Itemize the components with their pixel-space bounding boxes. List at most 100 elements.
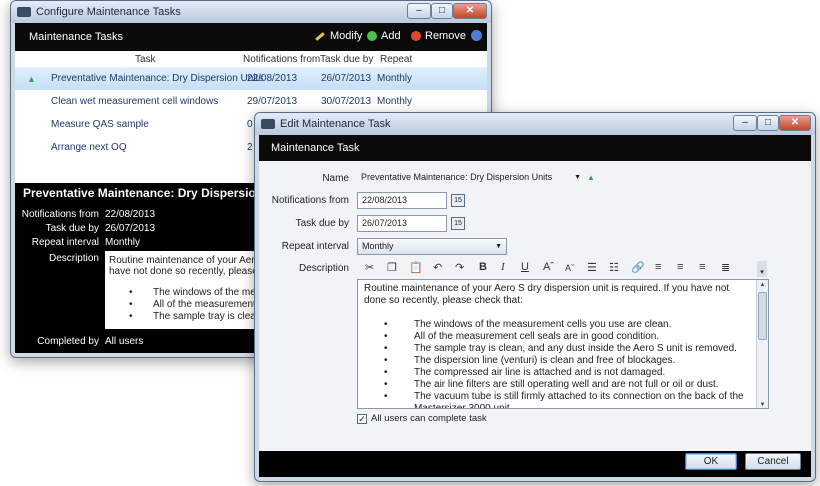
row-from: 22/08/2013 [247, 73, 298, 84]
link-icon[interactable]: 🔗 [631, 261, 645, 274]
app-icon [17, 7, 31, 17]
recurring-icon: ▲ [27, 74, 36, 84]
bold-icon[interactable]: B [479, 261, 487, 273]
list-item: The dispersion line (venturi) is clean a… [364, 355, 752, 367]
chevron-down-icon: ▼ [574, 174, 581, 181]
cancel-button[interactable]: Cancel [745, 453, 801, 470]
scroll-down-icon[interactable]: ▼ [757, 400, 768, 408]
undo-icon[interactable]: ↶ [433, 261, 442, 274]
label-description: Description [298, 263, 349, 274]
remove-button[interactable]: Remove [411, 30, 466, 42]
list-item: All of the measurement cell seals are in… [364, 331, 752, 343]
list-item: The vacuum tube is still firmly attached… [364, 391, 752, 408]
list-item: The sample tray is clean [109, 311, 261, 323]
scroll-thumb[interactable] [758, 292, 767, 340]
row-from: 2 [247, 142, 253, 153]
italic-icon[interactable]: I [501, 261, 505, 273]
description-editor[interactable]: Routine maintenance of your Aero S dry d… [357, 279, 769, 409]
name-select[interactable]: Preventative Maintenance: Dry Dispersion… [357, 170, 583, 187]
name-value: Preventative Maintenance: Dry Dispersion… [361, 172, 553, 182]
tasks-header-title: Maintenance Tasks [29, 31, 123, 43]
detail-value-completed: All users [105, 336, 144, 347]
notifications-from-field[interactable]: 22/08/2013 [357, 192, 447, 209]
redo-icon[interactable]: ↷ [455, 261, 464, 274]
justify-icon[interactable]: ≣ [721, 261, 730, 274]
edit-titlebar[interactable]: Edit Maintenance Task [255, 113, 815, 135]
add-button[interactable]: Add [367, 30, 401, 42]
table-row[interactable]: ▲ Preventative Maintenance: Dry Dispersi… [15, 67, 487, 90]
ok-button[interactable]: OK [685, 453, 737, 470]
help-icon [471, 30, 482, 41]
column-header-task[interactable]: Task [135, 54, 156, 65]
pencil-icon [315, 31, 325, 41]
column-header-task-due-by[interactable]: Task due by [320, 54, 373, 65]
all-users-checkbox[interactable]: ✓ [357, 413, 367, 424]
row-from: 0 [247, 119, 253, 130]
row-task: Arrange next OQ [51, 142, 127, 153]
close-button[interactable]: ✕ [453, 3, 487, 19]
maximize-button[interactable]: □ [431, 3, 453, 19]
label-notifications-from: Notifications from [271, 195, 349, 206]
calendar-icon[interactable]: 15 [451, 217, 465, 230]
underline-icon[interactable]: U [521, 261, 529, 273]
column-header-notifications-from[interactable]: Notifications from [243, 54, 320, 65]
detail-label-from: Notifications from [21, 209, 99, 220]
column-header-repeat[interactable]: Repeat [380, 54, 412, 65]
label-task-due-by: Task due by [295, 218, 349, 229]
bullets-icon[interactable]: ☰ [587, 261, 597, 274]
help-button[interactable] [471, 30, 486, 41]
remove-label: Remove [425, 30, 466, 42]
add-label: Add [381, 30, 401, 42]
configure-window-title: Configure Maintenance Tasks [36, 6, 181, 18]
close-button[interactable]: ✕ [779, 115, 811, 131]
minimize-button[interactable]: – [733, 115, 757, 131]
detail-desc-list: The windows of the measure All of the me… [109, 287, 265, 323]
detail-label-completed: Completed by [37, 336, 99, 347]
row-from: 29/07/2013 [247, 96, 298, 107]
label-repeat-interval: Repeat interval [281, 241, 349, 252]
list-item: The sample tray is clean, and any dust i… [364, 343, 752, 355]
detail-desc-line: have not done so recently, please [109, 266, 258, 277]
modify-label: Modify [330, 30, 363, 42]
all-users-checkbox-row[interactable]: ✓ All users can complete task [357, 413, 487, 424]
minimize-button[interactable]: – [407, 3, 431, 19]
copy-icon[interactable]: ❐ [387, 261, 397, 274]
detail-label-due: Task due by [45, 223, 99, 234]
label-name: Name [322, 173, 349, 184]
table-row[interactable]: Clean wet measurement cell windows 29/07… [15, 90, 487, 113]
align-left-icon[interactable]: ≡ [655, 261, 661, 273]
cut-icon[interactable]: ✂ [365, 261, 374, 274]
modify-button[interactable]: Modify [315, 30, 362, 42]
editor-scrollbar[interactable]: ▲ ▼ [756, 280, 768, 408]
list-item: The windows of the measure [109, 287, 265, 299]
detail-desc-line: Routine maintenance of your Aero [109, 255, 261, 266]
detail-description: Routine maintenance of your Aero have no… [105, 251, 265, 329]
remove-icon [411, 31, 421, 41]
recurring-icon: ▲ [587, 173, 595, 182]
paste-icon[interactable]: 📋 [409, 261, 423, 274]
edit-header: Maintenance Task [259, 135, 811, 161]
numbering-icon[interactable]: ☷ [609, 261, 619, 274]
edit-header-title: Maintenance Task [271, 142, 360, 154]
task-due-by-field[interactable]: 26/07/2013 [357, 215, 447, 232]
row-due: 30/07/2013 [321, 96, 372, 107]
calendar-icon[interactable]: 15 [451, 194, 465, 207]
edit-dialog-title: Edit Maintenance Task [280, 118, 391, 130]
editor-toolbar: ✂ ❐ 📋 ↶ ↷ B I U Aˆ Aˇ ☰ ☷ 🔗 ≡ ≡ ≡ ≣ ▾ [359, 261, 769, 277]
edit-body: Maintenance Task Name Preventative Maint… [259, 135, 811, 477]
list-item: All of the measurement [109, 299, 261, 311]
list-item: The air line filters are still operating… [364, 379, 752, 391]
grow-font-icon[interactable]: Aˆ [543, 261, 554, 273]
detail-value-repeat: Monthly [105, 237, 141, 248]
row-task: Preventative Maintenance: Dry Dispersion… [51, 73, 264, 84]
list-item: The windows of the measurement cells you… [364, 319, 752, 331]
align-right-icon[interactable]: ≡ [699, 261, 705, 273]
toolbar-overflow-icon[interactable]: ▾ [757, 261, 767, 277]
maximize-button[interactable]: □ [757, 115, 779, 131]
align-center-icon[interactable]: ≡ [677, 261, 683, 273]
shrink-font-icon[interactable]: Aˇ [565, 263, 574, 273]
scroll-up-icon[interactable]: ▲ [757, 280, 768, 290]
row-task: Measure QAS sample [51, 119, 149, 130]
detail-label-repeat: Repeat interval [31, 237, 99, 248]
repeat-interval-select[interactable]: Monthly ▼ [357, 238, 507, 255]
